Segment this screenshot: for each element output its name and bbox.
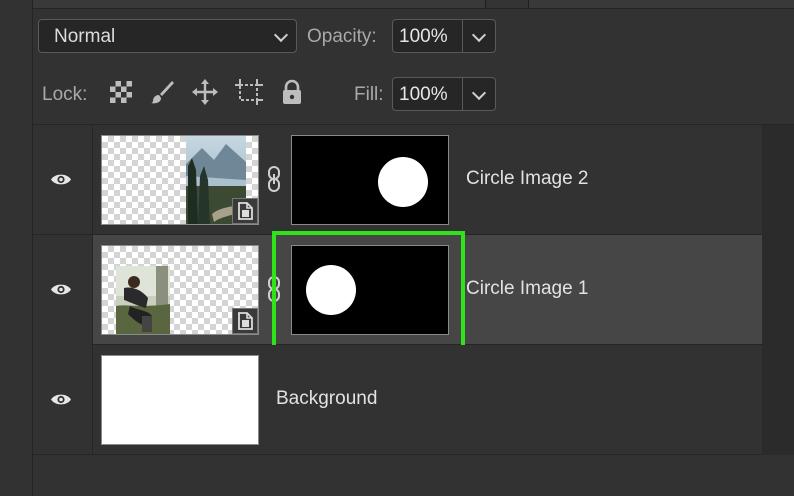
layers-panel: Normal Opacity: 100% Lock: Fill: 100% Ci… [33, 0, 794, 496]
layer-thumbnail[interactable] [101, 355, 259, 445]
opacity-label: Opacity: [307, 26, 377, 47]
lock-artboard-icon[interactable] [235, 79, 263, 105]
chevron-down-icon [471, 27, 487, 43]
lock-transparent-pixels-icon[interactable] [108, 79, 134, 105]
blend-mode-dropdown[interactable]: Normal [38, 19, 297, 53]
opacity-input[interactable]: 100% [392, 19, 463, 53]
layer-thumbnail[interactable] [101, 135, 259, 225]
lock-label: Lock: [42, 84, 88, 105]
lock-all-icon[interactable] [281, 79, 307, 105]
layer-row-circle-image-1[interactable]: Circle Image 1 [33, 231, 762, 349]
chevron-down-icon [471, 85, 487, 101]
layer-name[interactable]: Circle Image 1 [466, 278, 589, 300]
smart-object-icon [232, 198, 258, 224]
panel-right-gutter [762, 125, 794, 455]
layer-row-background[interactable]: Background [33, 345, 762, 455]
layer-name[interactable]: Circle Image 2 [466, 168, 589, 190]
eye-icon [51, 284, 71, 295]
chevron-down-icon [273, 27, 289, 43]
fill-label: Fill: [354, 84, 384, 105]
layer-row-circle-image-2[interactable]: Circle Image 2 [33, 125, 762, 235]
opacity-dropdown-button[interactable] [463, 19, 496, 53]
panel-top-edge [33, 0, 794, 9]
visibility-toggle[interactable] [33, 345, 93, 455]
mask-link-icon[interactable] [265, 165, 283, 193]
opacity-value: 100% [399, 26, 448, 47]
lock-fill-row: Lock: Fill: 100% [33, 66, 794, 125]
lock-image-pixels-icon[interactable] [149, 79, 175, 105]
layers-list: Circle Image 2 Circle Image 1 Background [33, 125, 794, 455]
blend-mode-value: Normal [54, 26, 116, 47]
left-panel-strip [0, 0, 33, 496]
lock-position-icon[interactable] [192, 79, 218, 105]
eye-icon [51, 394, 71, 405]
layer-thumbnail[interactable] [101, 245, 259, 335]
fill-input[interactable]: 100% [392, 77, 463, 111]
panel-tab-stub [485, 0, 529, 8]
layer-name[interactable]: Background [276, 388, 377, 410]
layer-mask-thumbnail[interactable] [291, 135, 449, 225]
visibility-toggle[interactable] [33, 125, 93, 235]
fill-value: 100% [399, 84, 448, 105]
smart-object-icon [232, 308, 258, 334]
visibility-toggle[interactable] [33, 235, 93, 345]
blend-opacity-row: Normal Opacity: 100% [33, 10, 794, 66]
eye-icon [51, 174, 71, 185]
mask-highlight-box [272, 231, 465, 349]
fill-dropdown-button[interactable] [463, 77, 496, 111]
